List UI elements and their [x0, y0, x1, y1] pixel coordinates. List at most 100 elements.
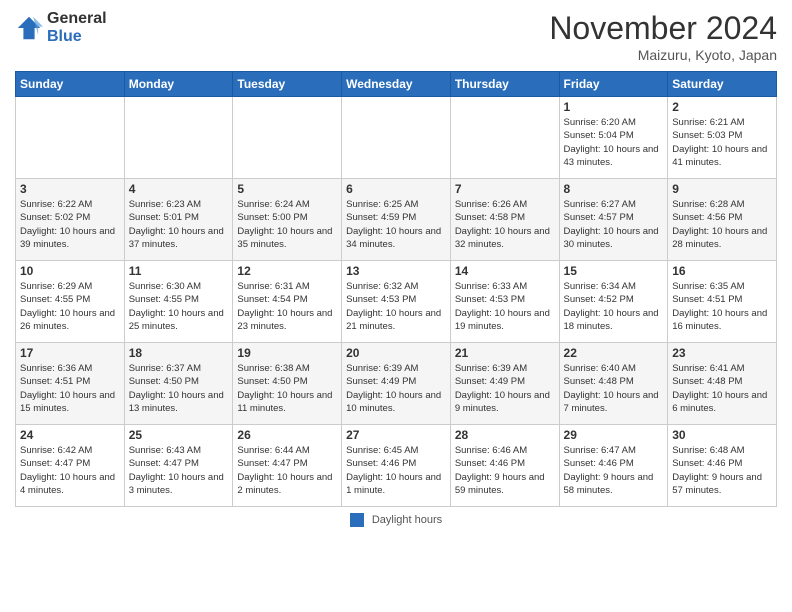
title-block: November 2024 Maizuru, Kyoto, Japan [549, 10, 777, 63]
weekday-header: Wednesday [342, 72, 451, 97]
calendar-cell: 30 Sunrise: 6:48 AM Sunset: 4:46 PM Dayli… [668, 425, 777, 507]
day-number: 18 [129, 346, 229, 360]
day-number: 10 [20, 264, 120, 278]
day-number: 25 [129, 428, 229, 442]
day-info: Sunrise: 6:28 AM Sunset: 4:56 PM Dayligh… [672, 198, 772, 251]
calendar-cell: 26Sunrise: 6:44 AM Sunset: 4:47 PM Dayli… [233, 425, 342, 507]
day-info: Sunrise: 6:43 AM Sunset: 4:47 PM Dayligh… [129, 444, 229, 497]
calendar-cell: 17 Sunrise: 6:36 AM Sunset: 4:51 PM Dayli… [16, 343, 125, 425]
calendar-cell: 1 Sunrise: 6:20 AM Sunset: 5:04 PM Daylig… [559, 97, 668, 179]
day-info: Sunrise: 6:27 AM Sunset: 4:57 PM Dayligh… [564, 198, 664, 251]
calendar-cell: 8Sunrise: 6:27 AM Sunset: 4:57 PM Daylig… [559, 179, 668, 261]
calendar-cell: 12 Sunrise: 6:31 AM Sunset: 4:54 PM Dayli… [233, 261, 342, 343]
week-row: 24Sunrise: 6:42 AM Sunset: 4:47 PM Dayli… [16, 425, 777, 507]
day-info: Sunrise: 6:39 AM Sunset: 4:49 PM Dayligh… [455, 362, 555, 415]
day-number: 23 [672, 346, 772, 360]
calendar-cell: 11 Sunrise: 6:30 AM Sunset: 4:55 PM Dayli… [124, 261, 233, 343]
weekday-header: Sunday [16, 72, 125, 97]
day-info: Sunrise: 6:21 AM Sunset: 5:03 PM Dayligh… [672, 116, 772, 169]
day-number: 30 [672, 428, 772, 442]
weekday-header: Friday [559, 72, 668, 97]
calendar-cell: 22 Sunrise: 6:40 AM Sunset: 4:48 PM Dayli… [559, 343, 668, 425]
day-number: 7 [455, 182, 555, 196]
day-number: 4 [129, 182, 229, 196]
day-number: 6 [346, 182, 446, 196]
day-number: 29 [564, 428, 664, 442]
day-info: Sunrise: 6:31 AM Sunset: 4:54 PM Dayligh… [237, 280, 337, 333]
calendar-cell: 7Sunrise: 6:26 AM Sunset: 4:58 PM Daylig… [450, 179, 559, 261]
calendar-cell: 28Sunrise: 6:46 AM Sunset: 4:46 PM Dayli… [450, 425, 559, 507]
calendar-cell: 24Sunrise: 6:42 AM Sunset: 4:47 PM Dayli… [16, 425, 125, 507]
calendar-cell: 3Sunrise: 6:22 AM Sunset: 5:02 PM Daylig… [16, 179, 125, 261]
day-number: 26 [237, 428, 337, 442]
logo-general: General [47, 10, 107, 28]
weekday-header: Thursday [450, 72, 559, 97]
calendar-cell: 19 Sunrise: 6:38 AM Sunset: 4:50 PM Dayli… [233, 343, 342, 425]
calendar-cell: 10 Sunrise: 6:29 AM Sunset: 4:55 PM Dayli… [16, 261, 125, 343]
logo-blue: Blue [47, 28, 107, 46]
calendar-cell: 18 Sunrise: 6:37 AM Sunset: 4:50 PM Dayli… [124, 343, 233, 425]
day-info: Sunrise: 6:45 AM Sunset: 4:46 PM Dayligh… [346, 444, 446, 497]
day-number: 5 [237, 182, 337, 196]
calendar-cell: 16Sunrise: 6:35 AM Sunset: 4:51 PM Dayli… [668, 261, 777, 343]
month-title: November 2024 [549, 10, 777, 47]
calendar-cell: 21 Sunrise: 6:39 AM Sunset: 4:49 PM Dayli… [450, 343, 559, 425]
day-number: 2 [672, 100, 772, 114]
day-info: Sunrise: 6:38 AM Sunset: 4:50 PM Dayligh… [237, 362, 337, 415]
calendar-cell [450, 97, 559, 179]
calendar-cell: 14Sunrise: 6:33 AM Sunset: 4:53 PM Dayli… [450, 261, 559, 343]
day-info: Sunrise: 6:36 AM Sunset: 4:51 PM Dayligh… [20, 362, 120, 415]
day-info: Sunrise: 6:29 AM Sunset: 4:55 PM Dayligh… [20, 280, 120, 333]
day-number: 13 [346, 264, 446, 278]
footer: Daylight hours [15, 513, 777, 527]
week-row: 1 Sunrise: 6:20 AM Sunset: 5:04 PM Daylig… [16, 97, 777, 179]
calendar-header: SundayMondayTuesdayWednesdayThursdayFrid… [16, 72, 777, 97]
day-number: 11 [129, 264, 229, 278]
calendar-cell [342, 97, 451, 179]
day-number: 15 [564, 264, 664, 278]
day-info: Sunrise: 6:32 AM Sunset: 4:53 PM Dayligh… [346, 280, 446, 333]
location: Maizuru, Kyoto, Japan [549, 47, 777, 63]
page: General Blue November 2024 Maizuru, Kyot… [0, 0, 792, 537]
week-row: 3Sunrise: 6:22 AM Sunset: 5:02 PM Daylig… [16, 179, 777, 261]
day-number: 12 [237, 264, 337, 278]
calendar-body: 1 Sunrise: 6:20 AM Sunset: 5:04 PM Daylig… [16, 97, 777, 507]
day-number: 9 [672, 182, 772, 196]
day-info: Sunrise: 6:37 AM Sunset: 4:50 PM Dayligh… [129, 362, 229, 415]
weekday-header: Monday [124, 72, 233, 97]
day-info: Sunrise: 6:40 AM Sunset: 4:48 PM Dayligh… [564, 362, 664, 415]
day-number: 1 [564, 100, 664, 114]
calendar-cell [124, 97, 233, 179]
day-number: 27 [346, 428, 446, 442]
day-info: Sunrise: 6:20 AM Sunset: 5:04 PM Dayligh… [564, 116, 664, 169]
calendar-cell: 15 Sunrise: 6:34 AM Sunset: 4:52 PM Dayli… [559, 261, 668, 343]
calendar-cell: 13 Sunrise: 6:32 AM Sunset: 4:53 PM Dayli… [342, 261, 451, 343]
calendar: SundayMondayTuesdayWednesdayThursdayFrid… [15, 71, 777, 507]
day-number: 16 [672, 264, 772, 278]
day-number: 17 [20, 346, 120, 360]
legend-label: Daylight hours [372, 514, 442, 526]
day-number: 3 [20, 182, 120, 196]
day-info: Sunrise: 6:24 AM Sunset: 5:00 PM Dayligh… [237, 198, 337, 251]
day-info: Sunrise: 6:23 AM Sunset: 5:01 PM Dayligh… [129, 198, 229, 251]
weekday-header: Tuesday [233, 72, 342, 97]
logo: General Blue [15, 10, 107, 45]
day-number: 22 [564, 346, 664, 360]
calendar-cell: 9 Sunrise: 6:28 AM Sunset: 4:56 PM Daylig… [668, 179, 777, 261]
day-info: Sunrise: 6:41 AM Sunset: 4:48 PM Dayligh… [672, 362, 772, 415]
calendar-cell: 25 Sunrise: 6:43 AM Sunset: 4:47 PM Dayli… [124, 425, 233, 507]
header: General Blue November 2024 Maizuru, Kyot… [15, 10, 777, 63]
day-info: Sunrise: 6:39 AM Sunset: 4:49 PM Dayligh… [346, 362, 446, 415]
day-number: 19 [237, 346, 337, 360]
day-info: Sunrise: 6:48 AM Sunset: 4:46 PM Dayligh… [672, 444, 772, 497]
day-info: Sunrise: 6:25 AM Sunset: 4:59 PM Dayligh… [346, 198, 446, 251]
calendar-cell: 29Sunrise: 6:47 AM Sunset: 4:46 PM Dayli… [559, 425, 668, 507]
day-info: Sunrise: 6:33 AM Sunset: 4:53 PM Dayligh… [455, 280, 555, 333]
legend-box [350, 513, 364, 527]
logo-text: General Blue [47, 10, 107, 45]
day-number: 21 [455, 346, 555, 360]
weekday-row: SundayMondayTuesdayWednesdayThursdayFrid… [16, 72, 777, 97]
day-number: 24 [20, 428, 120, 442]
day-info: Sunrise: 6:34 AM Sunset: 4:52 PM Dayligh… [564, 280, 664, 333]
day-info: Sunrise: 6:30 AM Sunset: 4:55 PM Dayligh… [129, 280, 229, 333]
